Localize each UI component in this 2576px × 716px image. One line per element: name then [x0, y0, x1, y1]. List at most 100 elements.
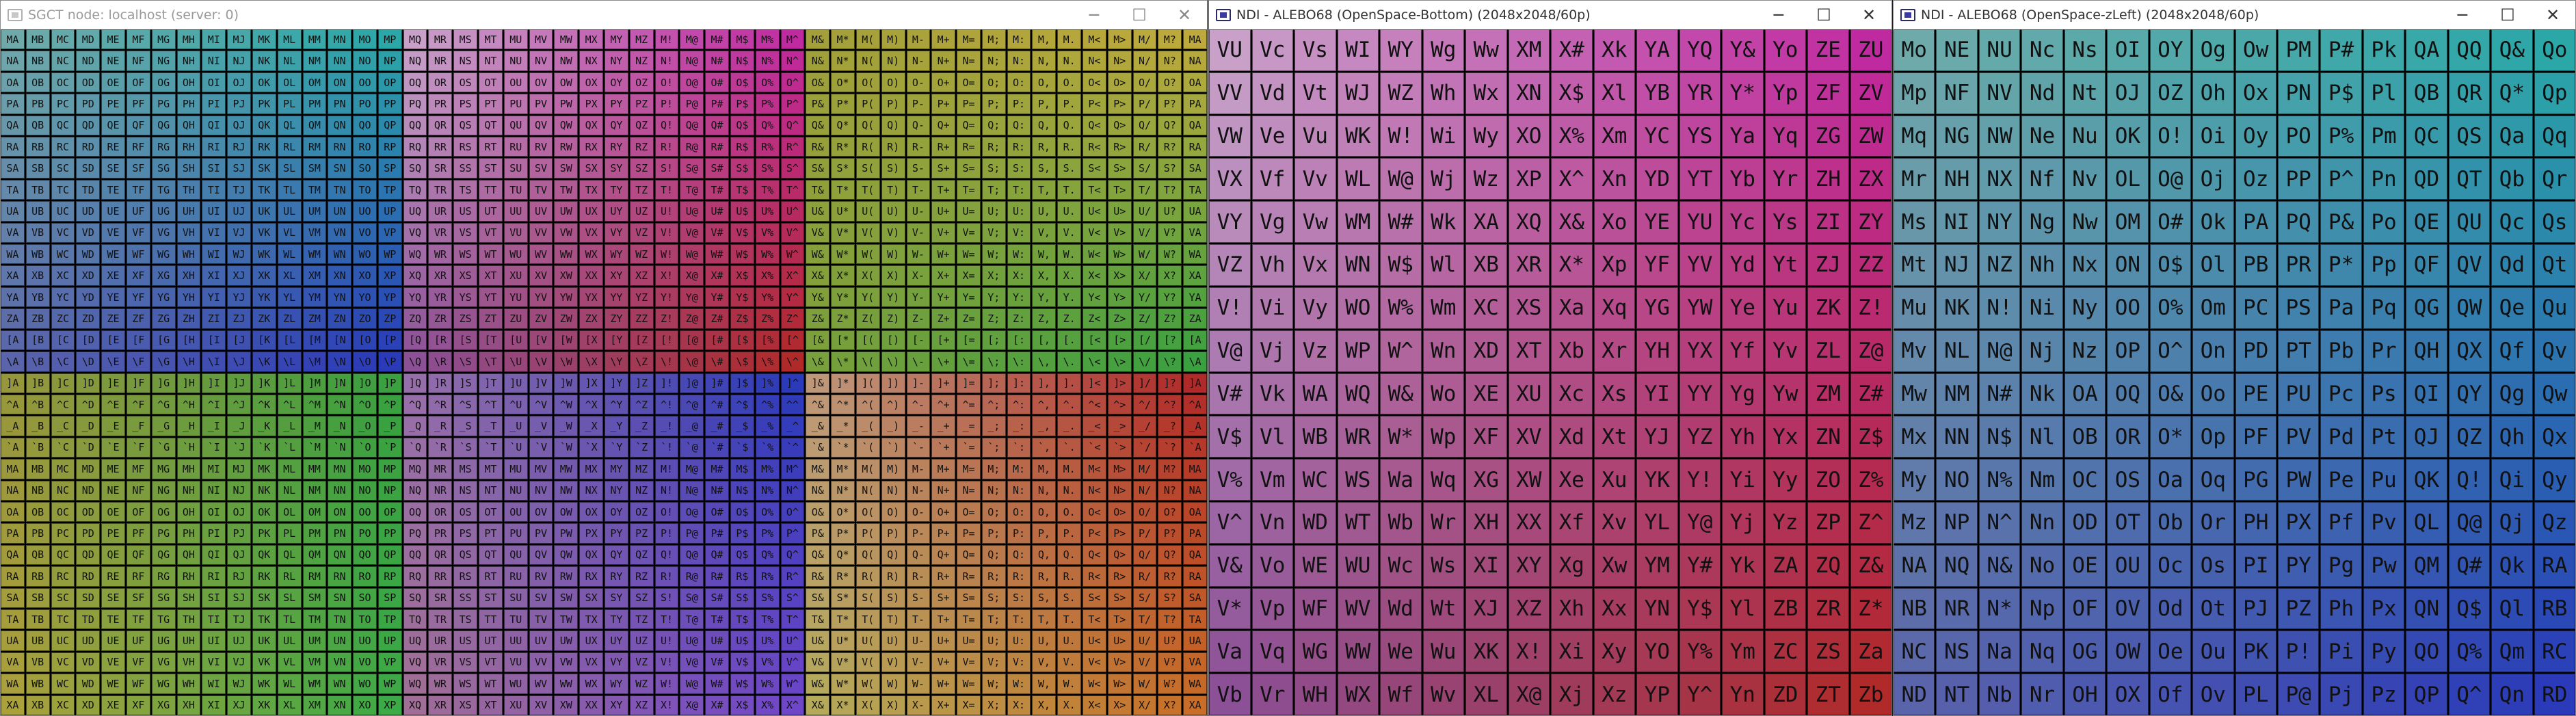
- ndi-zleft-titlebar[interactable]: NDI - ALEBO68 (OpenSpace-zLeft) (2048x20…: [1894, 1, 2575, 29]
- sgct-grid-cell: NB: [25, 51, 50, 71]
- sgct-grid-cell: TT: [479, 609, 503, 630]
- sgct-grid-cell: Q@: [680, 115, 704, 136]
- ndi-bottom-grid-cell: X#: [1551, 29, 1593, 71]
- sgct-grid-cell: RD: [76, 137, 101, 157]
- sgct-grid-cell: Q): [881, 115, 905, 136]
- sgct-grid-cell: X&: [806, 695, 830, 715]
- sgct-grid-cell: _Y: [605, 416, 628, 436]
- ndi-bottom-grid-cell: WJ: [1337, 72, 1379, 114]
- sgct-grid-cell: [W: [554, 330, 579, 351]
- minimize-button[interactable]: ─: [1072, 1, 1117, 29]
- sgct-grid-cell: OC: [51, 72, 75, 93]
- sgct-grid-cell: Q/: [1132, 115, 1157, 136]
- sgct-grid-cell: V@: [680, 652, 704, 673]
- ndi-bottom-grid-cell: Yz: [1764, 501, 1806, 544]
- minimize-button[interactable]: ─: [1756, 1, 1801, 29]
- sgct-grid-cell: W*: [831, 244, 855, 265]
- sgct-grid-cell: MW: [554, 29, 579, 50]
- sgct-grid-cell: [V: [529, 330, 553, 351]
- ndi-bottom-grid-cell: W@: [1380, 158, 1422, 200]
- sgct-grid-cell: X<: [1083, 265, 1106, 286]
- ndi-zleft-window[interactable]: NDI - ALEBO68 (OpenSpace-zLeft) (2048x20…: [1893, 0, 2576, 716]
- ndi-bottom-grid-cell: ZQ: [1807, 544, 1849, 587]
- sgct-grid-cell: `!: [654, 437, 679, 458]
- ndi-zleft-grid-cell: NX: [1978, 158, 2021, 200]
- sgct-grid-cell: U=: [957, 201, 981, 222]
- ndi-bottom-grid-cell: Wl: [1422, 244, 1464, 286]
- sgct-grid-cell: ZS: [453, 308, 478, 329]
- ndi-bottom-grid-cell: XI: [1465, 544, 1507, 587]
- sgct-grid-cell: N?: [1158, 480, 1182, 501]
- sgct-grid-cell: P&: [806, 523, 830, 544]
- sgct-grid-cell: N!: [654, 51, 679, 71]
- sgct-grid-cell: UL: [277, 631, 302, 651]
- ndi-bottom-window[interactable]: NDI - ALEBO68 (OpenSpace-Bottom) (2048x2…: [1208, 0, 1892, 716]
- maximize-button[interactable]: ☐: [1117, 1, 1162, 29]
- sgct-grid-cell: S/: [1132, 158, 1157, 178]
- sgct-grid-cell: VY: [605, 222, 628, 243]
- ndi-zleft-grid-cell: NG: [1936, 115, 1978, 157]
- sgct-grid-cell: [A: [1, 330, 25, 351]
- sgct-grid-cell: XX: [579, 265, 603, 286]
- sgct-grid-cell: TJ: [227, 609, 251, 630]
- sgct-grid-cell: ZK: [252, 308, 276, 329]
- sgct-grid-cell: ]Y: [605, 373, 628, 393]
- sgct-grid-cell: MI: [202, 459, 226, 479]
- sgct-grid-cell: Q,: [1032, 115, 1057, 136]
- close-button[interactable]: ✕: [2530, 1, 2575, 29]
- minimize-button[interactable]: ─: [2440, 1, 2485, 29]
- sgct-grid-cell: Z%: [755, 308, 780, 329]
- ndi-zleft-grid-cell: Nv: [2064, 158, 2106, 200]
- sgct-grid-cell: YV: [529, 287, 553, 308]
- sgct-grid-cell: NL: [277, 480, 302, 501]
- sgct-grid-cell: UL: [277, 201, 302, 222]
- sgct-grid-cell: VS: [453, 222, 478, 243]
- ndi-zleft-grid-cell: NR: [1936, 587, 1978, 630]
- sgct-grid-cell: MJ: [227, 459, 251, 479]
- sgct-grid-cell: UA: [1183, 631, 1207, 651]
- sgct-grid-cell: `E: [101, 437, 125, 458]
- sgct-grid-cell: XN: [328, 265, 352, 286]
- maximize-button[interactable]: ☐: [1801, 1, 1846, 29]
- sgct-grid-cell: U$: [730, 631, 754, 651]
- sgct-grid-cell: ^+: [931, 394, 956, 415]
- sgct-grid-cell: PX: [579, 94, 603, 114]
- sgct-grid-cell: \,: [1032, 352, 1057, 372]
- sgct-grid-cell: ^T: [479, 394, 503, 415]
- ndi-bottom-titlebar[interactable]: NDI - ALEBO68 (OpenSpace-Bottom) (2048x2…: [1209, 1, 1891, 29]
- ndi-zleft-grid-cell: OI: [2107, 29, 2149, 71]
- sgct-grid-cell: QW: [554, 544, 579, 566]
- sgct-grid-cell: PS: [453, 523, 478, 544]
- sgct-grid-cell: QT: [479, 544, 503, 566]
- sgct-grid-cell: QE: [101, 115, 125, 136]
- sgct-grid-cell: OI: [202, 72, 226, 93]
- sgct-grid-cell: UC: [51, 201, 75, 222]
- ndi-bottom-grid-cell: Yi: [1722, 459, 1764, 501]
- sgct-grid-cell: X*: [831, 695, 855, 715]
- sgct-grid-cell: XF: [126, 265, 150, 286]
- sgct-grid-cell: M): [881, 29, 905, 50]
- sgct-grid-cell: Y-: [906, 287, 931, 308]
- close-button[interactable]: ✕: [1162, 1, 1207, 29]
- sgct-grid-cell: O<: [1083, 72, 1106, 93]
- sgct-grid-cell: RL: [277, 137, 302, 157]
- close-button[interactable]: ✕: [1846, 1, 1891, 29]
- sgct-grid-cell: Y>: [1107, 287, 1132, 308]
- maximize-button[interactable]: ☐: [2485, 1, 2530, 29]
- sgct-grid-cell: YG: [151, 287, 176, 308]
- ndi-zleft-grid-cell: Nh: [2021, 244, 2063, 286]
- sgct-grid-cell: XI: [202, 695, 226, 715]
- sgct-grid-cell: ]B: [25, 373, 50, 393]
- ndi-bottom-grid-cell: Xj: [1551, 674, 1593, 715]
- sgct-titlebar[interactable]: SGCT node: localhost (server: 0) ─ ☐ ✕: [1, 1, 1207, 29]
- sgct-node-window[interactable]: SGCT node: localhost (server: 0) ─ ☐ ✕ M…: [0, 0, 1208, 716]
- sgct-grid-cell: WA: [1183, 674, 1207, 694]
- sgct-grid-cell: XY: [605, 695, 628, 715]
- sgct-grid-cell: RI: [202, 137, 226, 157]
- sgct-grid-cell: V): [881, 652, 905, 673]
- sgct-grid-cell: QU: [503, 115, 528, 136]
- sgct-grid-cell: \C: [51, 352, 75, 372]
- sgct-grid-cell: S:: [1007, 158, 1031, 178]
- sgct-grid-cell: PW: [554, 523, 579, 544]
- ndi-zleft-grid-cell: O^: [2149, 330, 2192, 372]
